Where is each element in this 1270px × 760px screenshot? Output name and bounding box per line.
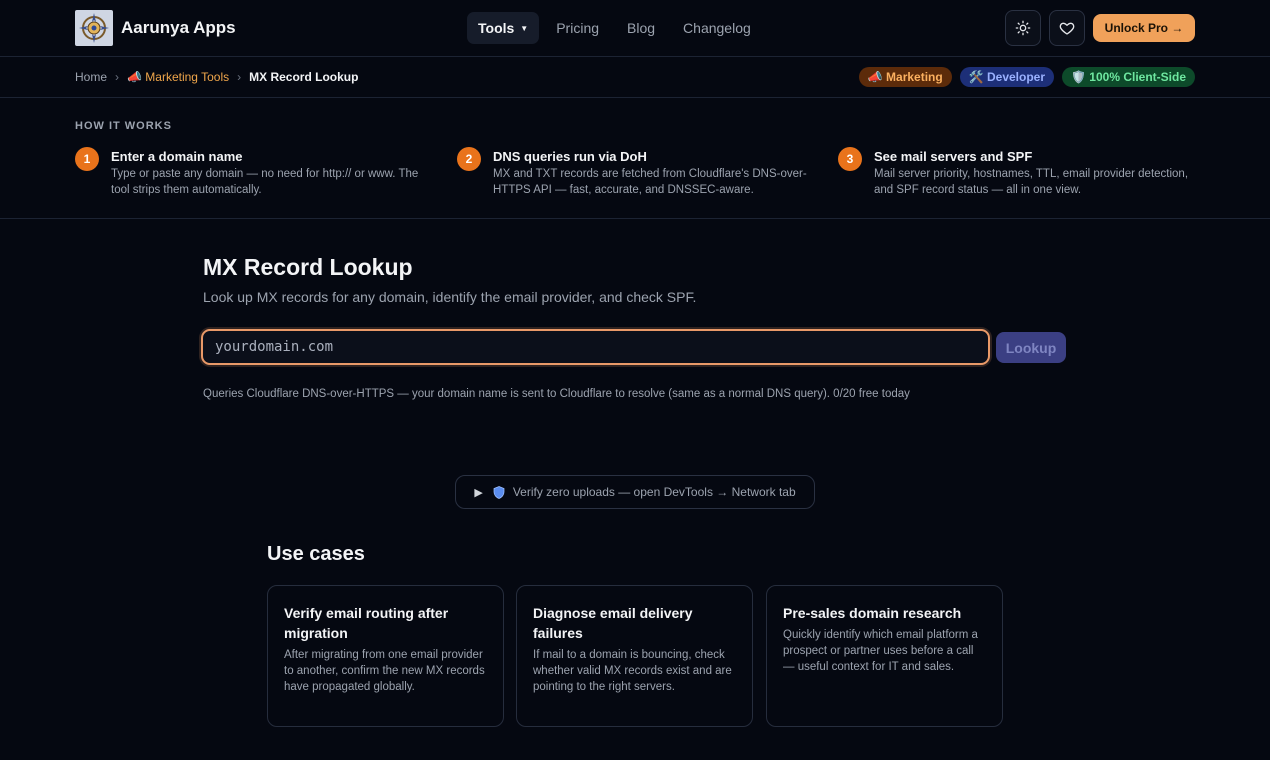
brand-logo[interactable]	[75, 10, 113, 46]
nav-item-tools[interactable]: Tools ▼	[467, 12, 540, 44]
main-nav: Tools ▼ Pricing Blog Changelog	[467, 12, 768, 44]
breadcrumb: Home › 📣 Marketing Tools › MX Record Loo…	[75, 70, 358, 84]
use-case-title: Diagnose email delivery failures	[533, 605, 693, 641]
page-subtitle: Look up MX records for any domain, ident…	[203, 289, 697, 305]
badge-client-side: 🛡️ 100% Client-Side	[1062, 67, 1195, 87]
sun-icon	[1015, 20, 1031, 36]
domain-input[interactable]	[201, 329, 990, 365]
brand-name[interactable]: Aarunya Apps	[121, 18, 236, 38]
step-description: MX and TXT records are fetched from Clou…	[493, 168, 807, 196]
play-triangle-icon: ▶	[474, 486, 483, 499]
use-case-card: Pre-sales domain research Quickly identi…	[766, 585, 1003, 727]
privacy-note: Queries Cloudflare DNS-over-HTTPS — your…	[203, 388, 910, 400]
nav-item-changelog[interactable]: Changelog	[672, 12, 762, 44]
step-title: Enter a domain name	[111, 149, 243, 164]
badge-developer[interactable]: 🛠️ Developer	[959, 67, 1055, 87]
how-it-works-section: HOW IT WORKS 1 Enter a domain name Type …	[0, 98, 1270, 219]
category-badges: 📣 Marketing 🛠️ Developer 🛡️ 100% Client-…	[858, 67, 1195, 87]
breadcrumb-separator: ›	[115, 70, 120, 84]
nav-item-label: Tools	[478, 20, 515, 36]
shield-icon	[493, 485, 505, 499]
caret-down-icon: ▼	[520, 24, 529, 34]
nav-item-pricing[interactable]: Pricing	[545, 12, 610, 44]
page-title: MX Record Lookup	[203, 254, 413, 280]
use-case-card: Diagnose email delivery failures If mail…	[516, 585, 753, 727]
use-case-title: Verify email routing after migration	[284, 605, 449, 641]
step-description: Mail server priority, hostnames, TTL, em…	[874, 168, 1189, 196]
unlock-pro-button[interactable]: Unlock Pro →	[1093, 14, 1195, 42]
use-case-body: If mail to a domain is bouncing, check w…	[533, 649, 732, 693]
breadcrumb-home[interactable]: Home	[75, 70, 107, 84]
use-case-body: After migrating from one email provider …	[284, 649, 485, 693]
use-case-body: Quickly identify which email platform a …	[783, 629, 978, 673]
breadcrumb-separator: ›	[237, 70, 242, 84]
use-case-card: Verify email routing after migration Aft…	[267, 585, 504, 727]
top-navigation-bar: Aarunya Apps Tools ▼ Pricing Blog Changel…	[0, 0, 1270, 57]
breadcrumb-marketing-tools[interactable]: 📣 Marketing Tools	[127, 70, 229, 84]
nav-item-blog[interactable]: Blog	[616, 12, 666, 44]
step-description: Type or paste any domain — no need for h…	[111, 168, 419, 196]
use-cases-title: Use cases	[267, 543, 365, 565]
breadcrumb-bar: Home › 📣 Marketing Tools › MX Record Loo…	[0, 57, 1270, 98]
verify-zero-uploads-toggle[interactable]: ▶ Verify zero uploads — open DevTools → …	[455, 475, 815, 509]
step-title: DNS queries run via DoH	[493, 149, 647, 164]
badge-marketing[interactable]: 📣 Marketing	[858, 67, 952, 87]
step-number: 3	[838, 147, 862, 171]
step-title: See mail servers and SPF	[874, 149, 1033, 164]
use-case-title: Pre-sales domain research	[783, 605, 962, 621]
how-it-works-label: HOW IT WORKS	[75, 120, 172, 132]
verify-label: Verify zero uploads — open DevTools → Ne…	[512, 485, 796, 499]
lookup-button[interactable]: Lookup	[996, 332, 1066, 363]
favorite-button[interactable]	[1049, 10, 1085, 46]
step-number: 1	[75, 147, 99, 171]
heart-icon	[1059, 22, 1075, 35]
theme-toggle-button[interactable]	[1005, 10, 1041, 46]
breadcrumb-current: MX Record Lookup	[249, 70, 359, 84]
step-number: 2	[457, 147, 481, 171]
